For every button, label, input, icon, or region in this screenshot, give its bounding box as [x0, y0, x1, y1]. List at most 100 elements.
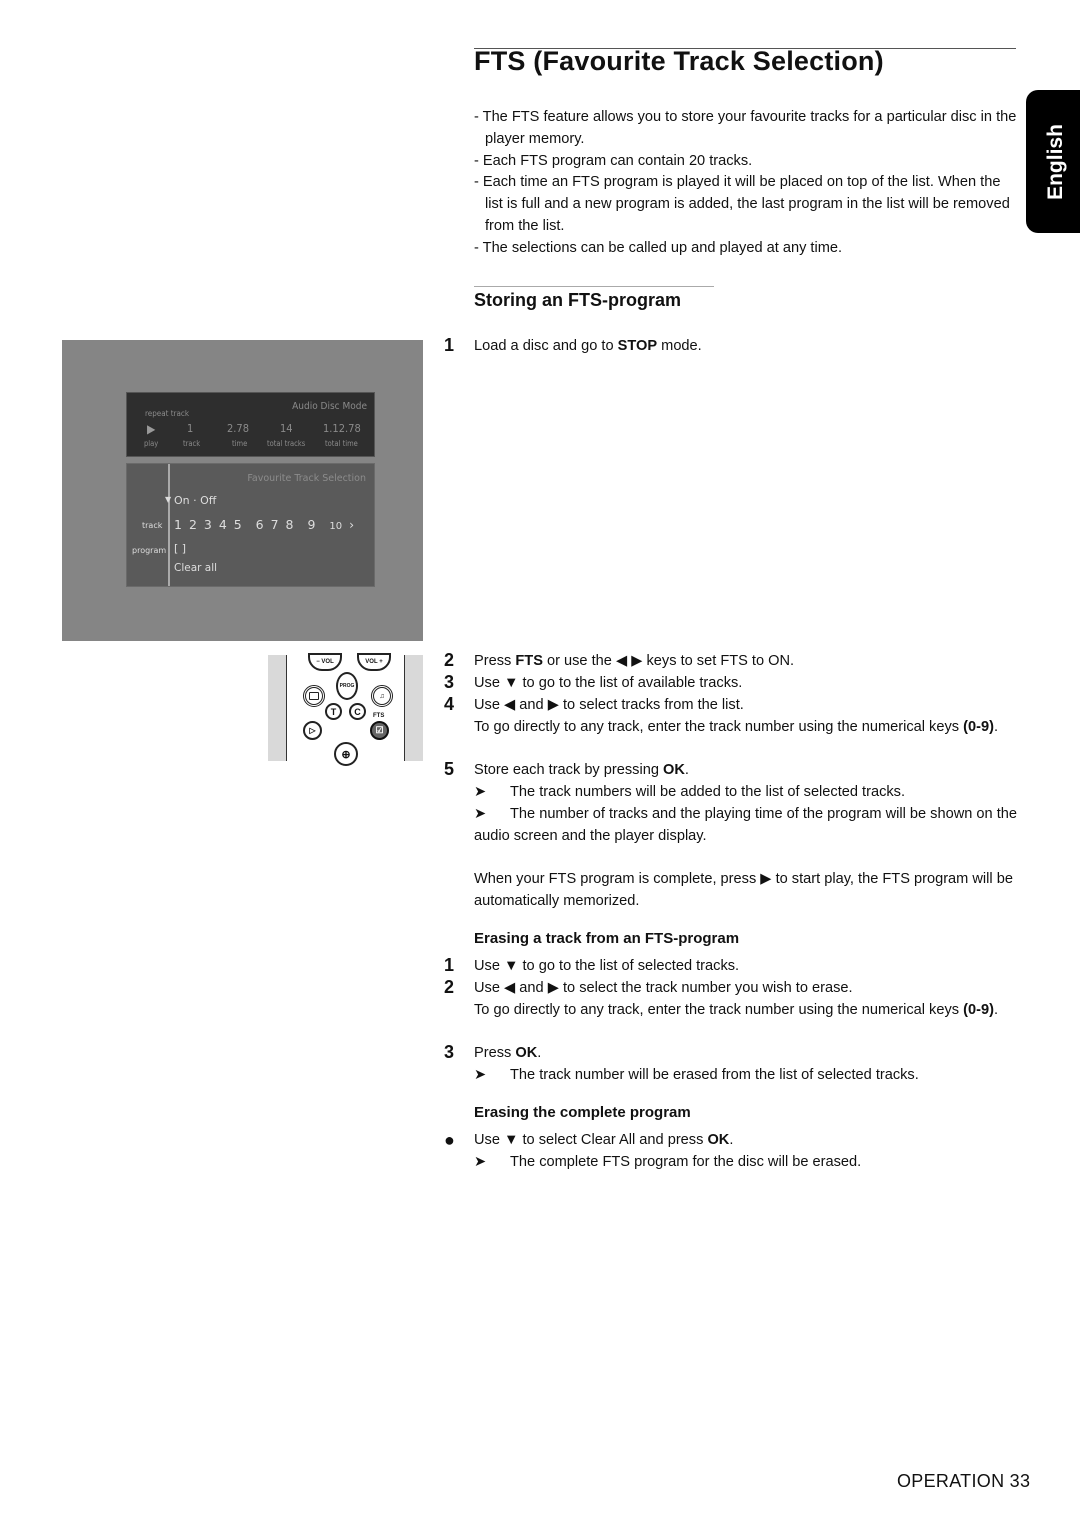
osd-track-item[interactable]: 10 — [329, 521, 342, 532]
intro-item: - The selections can be called up and pl… — [474, 239, 843, 256]
fts-button[interactable]: ☑ — [370, 721, 389, 740]
erase-track-heading: Erasing a track from an FTS-program — [474, 930, 740, 947]
step-number: 5 — [444, 759, 455, 779]
result-text: The complete FTS program for the disc wi… — [510, 1154, 862, 1170]
arrow-icon: ➤ — [474, 806, 487, 822]
erase-all-result: ➤ The complete FTS program for the disc w… — [474, 1152, 1019, 1174]
step-number: 2 — [444, 977, 455, 997]
osd-track-value: 1 — [187, 422, 194, 435]
osd-label: time — [232, 439, 248, 448]
osd-track-item[interactable]: 2 — [189, 517, 197, 532]
step-number: 2 — [444, 650, 455, 670]
osd-label: total time — [325, 439, 358, 448]
osd-down-indicator: ▼ — [165, 495, 172, 504]
osd-track-item[interactable]: 3 — [204, 517, 212, 532]
step-key: OK — [515, 1045, 538, 1061]
bullet-icon: ● — [444, 1130, 455, 1150]
osd-divider — [168, 464, 170, 586]
storing-heading: Storing an FTS-program — [474, 290, 681, 310]
step-text: Press — [474, 653, 516, 669]
osd-on-option: On — [174, 494, 190, 507]
osd-time-value: 2.78 — [227, 422, 250, 435]
osd-total-tracks-value: 14 — [280, 422, 293, 435]
storing-step-4-note: To go directly to any track, enter the t… — [474, 717, 1019, 739]
osd-fts-title: Favourite Track Selection — [247, 473, 366, 484]
step-text: Use ▼ to select Clear All and press — [474, 1132, 708, 1148]
step-number: 3 — [444, 1042, 455, 1062]
angle-button[interactable]: ▷ — [303, 721, 322, 740]
c-button[interactable]: C — [349, 703, 366, 720]
section-rule — [474, 286, 714, 287]
step-text: Use ◀ and ▶ to select tracks from the li… — [474, 697, 744, 713]
audio-icon: ♫ — [379, 692, 385, 700]
step-text: Use ▼ to go to the list of selected trac… — [474, 958, 740, 974]
step-text: Use ▼ to go to the list of available tra… — [474, 675, 743, 691]
osd-label: play — [144, 439, 159, 448]
audio-button[interactable]: ♫ — [371, 685, 393, 707]
arrow-icon: ➤ — [474, 1067, 487, 1083]
step-text: Store each track by pressing — [474, 762, 663, 778]
note-text: . — [993, 1002, 998, 1018]
remote-edge — [268, 655, 286, 761]
arrow-icon: ➤ — [474, 1154, 487, 1170]
angle-icon: ▷ — [309, 726, 316, 735]
vol-plus-button[interactable]: VOL + — [357, 653, 391, 671]
arrow-icon: ➤ — [474, 784, 487, 800]
note-text: To go directly to any track, enter the t… — [474, 1002, 964, 1018]
osd-total-time-value: 1.12.78 — [323, 422, 361, 435]
zoom-icon: ⊕ — [341, 748, 351, 761]
note-keys: (0-9) — [963, 1002, 994, 1018]
step-text: Press — [474, 1045, 516, 1061]
prog-button[interactable]: PROG — [336, 672, 358, 700]
osd-mode-label: Audio Disc Mode — [292, 401, 367, 412]
result-text: The number of tracks and the playing tim… — [474, 806, 1017, 844]
t-button[interactable]: T — [325, 703, 342, 720]
language-label: English — [1044, 123, 1067, 200]
intro-item: - The FTS feature allows you to store yo… — [474, 109, 1017, 147]
osd-track-item[interactable]: 1 — [174, 517, 182, 532]
note-text: . — [993, 719, 998, 735]
osd-track-item[interactable]: 4 — [219, 517, 227, 532]
intro-item: - Each FTS program can contain 20 tracks… — [474, 152, 753, 169]
osd-track-item[interactable]: 9 — [307, 517, 315, 532]
osd-on-off[interactable]: On · Off — [174, 494, 216, 507]
intro-list: - The FTS feature allows you to store yo… — [474, 107, 1019, 260]
remote-control-illustration: − VOL VOL + PROG ♫ T C FTS ▷ ☑ ⊕ — [268, 653, 423, 766]
subtitle-button[interactable] — [303, 685, 325, 707]
intro-item: - Each time an FTS program is played it … — [474, 174, 1010, 234]
step-key: STOP — [617, 338, 658, 354]
erase-result: ➤ The track number will be erased from th… — [474, 1065, 1019, 1087]
storing-result-1: ➤ The track numbers will be added to the … — [474, 782, 1019, 804]
remote-edge — [405, 655, 423, 761]
step-text: . — [537, 1045, 542, 1061]
step-key: OK — [663, 762, 685, 778]
step-number: 1 — [444, 955, 455, 975]
result-text: The track numbers will be added to the l… — [510, 784, 906, 800]
language-tab: English — [1026, 90, 1080, 233]
fts-icon: ☑ — [375, 725, 384, 735]
step-number: 3 — [444, 672, 455, 692]
osd-track-item[interactable]: 5 — [234, 517, 242, 532]
remote-outline — [286, 655, 287, 761]
step-text: mode. — [657, 338, 702, 354]
osd-track-item[interactable]: 6 — [256, 517, 264, 532]
osd-chevron-right-icon[interactable]: › — [349, 517, 354, 532]
page-title: FTS (Favourite Track Selection) — [474, 46, 884, 76]
step-key: FTS — [515, 653, 543, 669]
subtitle-icon — [309, 692, 319, 700]
zoom-button[interactable]: ⊕ — [334, 742, 358, 766]
storing-result-2: ➤ The number of tracks and the playing ti… — [474, 804, 1019, 848]
step-number: 1 — [444, 335, 455, 355]
osd-play-icon: ▶ — [147, 422, 156, 436]
osd-track-label: track — [142, 521, 163, 530]
osd-track-list[interactable]: 1 2 3 4 5 6 7 8 9 10 › — [174, 517, 354, 532]
osd-program-label: program — [132, 546, 167, 555]
osd-track-item[interactable]: 7 — [271, 517, 279, 532]
osd-label: track — [183, 439, 201, 448]
vol-minus-button[interactable]: − VOL — [308, 653, 342, 671]
osd-track-item[interactable]: 8 — [286, 517, 294, 532]
osd-clear-all[interactable]: Clear all — [174, 562, 217, 574]
step-number: 4 — [444, 694, 455, 714]
step-text: or use the ◀ ▶ keys to set FTS to ON. — [542, 653, 795, 669]
note-text: To go directly to any track, enter the t… — [474, 719, 964, 735]
